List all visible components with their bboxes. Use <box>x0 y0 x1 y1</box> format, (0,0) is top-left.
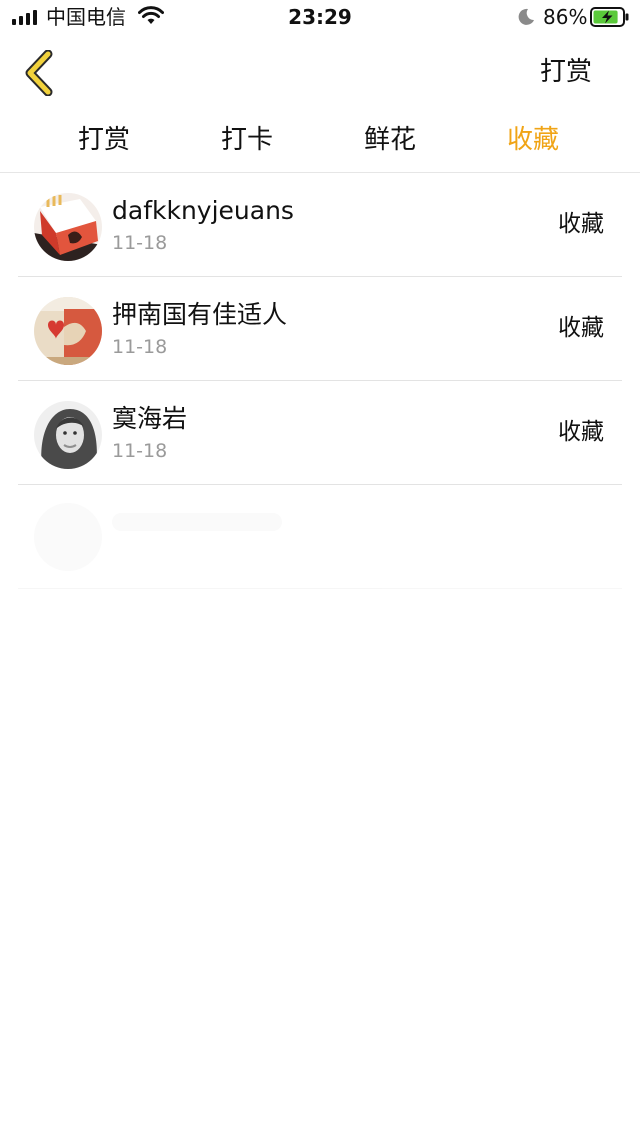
tab-reward[interactable]: 打赏 <box>49 124 159 156</box>
user-name: dafkknyjeuans <box>112 196 294 225</box>
list-item[interactable]: 押南国有佳适人 11-18 收藏 <box>0 277 640 381</box>
battery-charging-icon <box>590 7 629 27</box>
battery-percent: 86% <box>543 5 588 29</box>
status-bar: 中国电信 23:29 86% <box>0 0 640 36</box>
user-name: 押南国有佳适人 <box>112 300 288 329</box>
avatar <box>34 193 102 261</box>
favorites-list: dafkknyjeuans 11-18 收藏 押南国有佳适人 11-18 收藏 <box>0 173 640 485</box>
item-date: 11-18 <box>112 336 168 358</box>
back-button[interactable] <box>20 49 64 97</box>
placeholder-bar <box>112 513 282 531</box>
avatar <box>34 503 102 571</box>
avatar <box>34 297 102 365</box>
tab-checkin[interactable]: 打卡 <box>192 124 302 156</box>
action-label: 收藏 <box>558 211 604 237</box>
item-date: 11-18 <box>112 440 168 462</box>
list-item[interactable]: 寞海岩 11-18 收藏 <box>0 381 640 485</box>
user-name: 寞海岩 <box>112 404 188 433</box>
nav-bar: 打赏 <box>0 36 640 110</box>
tab-bar: 打赏 打卡 鲜花 收藏 <box>0 110 640 173</box>
avatar <box>34 401 102 469</box>
chevron-left-icon <box>25 49 53 97</box>
list-item[interactable]: dafkknyjeuans 11-18 收藏 <box>0 173 640 277</box>
action-label: 收藏 <box>558 419 604 445</box>
tab-flowers[interactable]: 鲜花 <box>335 124 445 156</box>
faded-list-row <box>0 485 640 589</box>
moon-icon <box>518 8 534 25</box>
tab-favorites[interactable]: 收藏 <box>478 124 588 156</box>
action-label: 收藏 <box>558 315 604 341</box>
item-date: 11-18 <box>112 232 168 254</box>
reward-button[interactable]: 打赏 <box>540 56 592 88</box>
